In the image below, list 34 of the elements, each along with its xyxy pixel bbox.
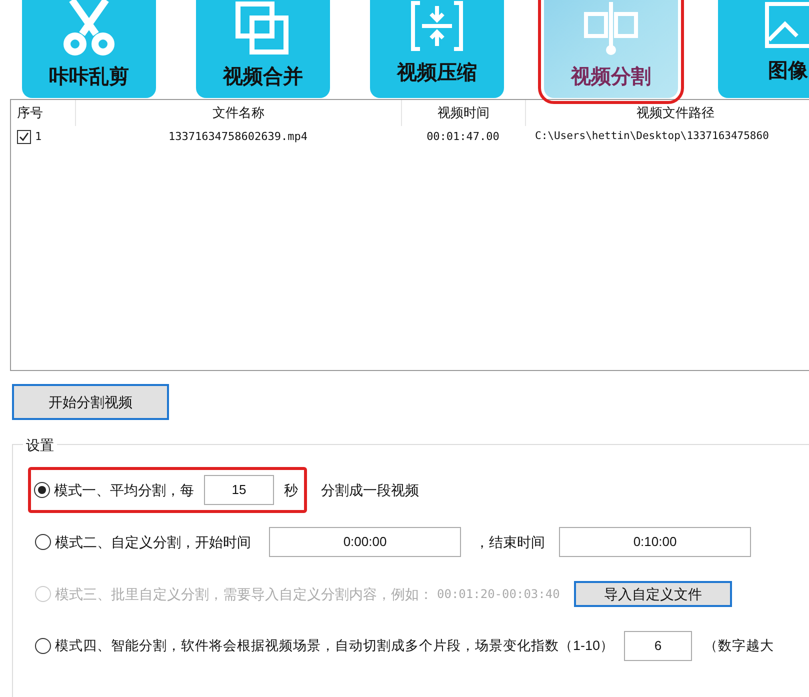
column-header[interactable]: 序号: [11, 100, 75, 126]
mode-label: 模式一、平均分割，每: [54, 480, 194, 500]
mode-label: 模式三、批里自定义分割，需要导入自定义分割内容，例如：: [55, 584, 433, 604]
end-time-label: ，结束时间: [475, 532, 545, 552]
radio-button[interactable]: [35, 534, 51, 550]
suffix-text: 分割成一段视频: [321, 480, 419, 500]
mode-label: 模式二、自定义分割，开始时间: [55, 532, 251, 552]
toolbar-button[interactable]: 视频压缩: [370, 0, 504, 98]
toolbar-button[interactable]: 视频分割: [544, 0, 678, 98]
table-cell-text: 1: [35, 128, 42, 145]
input-field[interactable]: 0:00:00: [269, 527, 461, 557]
compress-icon: [408, 0, 466, 52]
start-split-button[interactable]: 开始分割视频: [12, 384, 169, 420]
column-header[interactable]: 文件名称: [75, 100, 401, 126]
table-cell-text: 13371634758602639.mp4: [167, 128, 309, 145]
example-text: 00:01:20-00:03:40: [437, 586, 560, 603]
input-field[interactable]: 6: [624, 631, 692, 661]
toolbar-button[interactable]: 图像: [718, 0, 809, 98]
column-header[interactable]: 视频时间: [401, 100, 525, 126]
radio-button[interactable]: [34, 482, 50, 498]
toolbar-button[interactable]: 视频合并: [196, 0, 330, 98]
split-icon: [582, 0, 640, 56]
hint-text: （数字越大: [704, 636, 774, 655]
table-cell-text: C:\Users\hettin\Desktop\1337163475860: [534, 129, 770, 144]
table-cell-text: 00:01:47.00: [426, 128, 500, 145]
radio-button[interactable]: [35, 638, 51, 654]
checkbox[interactable]: [17, 130, 31, 144]
input-field[interactable]: 0:10:00: [559, 527, 751, 557]
unit-label: 秒: [284, 480, 298, 500]
image-icon: [763, 0, 809, 50]
mode-label: 模式四、智能分割，软件将会根据视频场景，自动切割成多个片段，场景变化指数（1-10）: [55, 636, 614, 655]
toolbar-button[interactable]: 咔咔乱剪: [22, 0, 156, 98]
input-field[interactable]: 15: [204, 475, 274, 505]
column-header[interactable]: 视频文件路径: [525, 100, 809, 126]
